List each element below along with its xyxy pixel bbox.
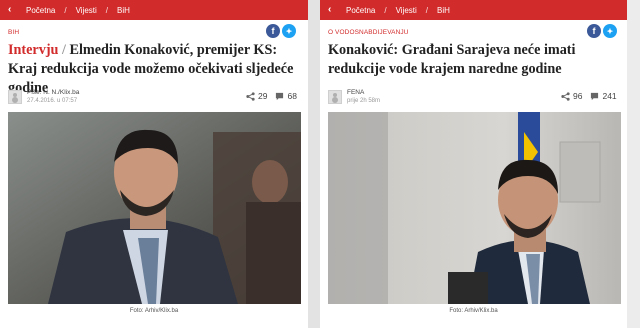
- chevron-left-icon[interactable]: ‹: [8, 5, 18, 15]
- byline-row: FENA prije 2h 58m 96 241: [320, 86, 627, 112]
- share-count[interactable]: 96: [561, 91, 582, 101]
- byline-row: Piše: N. N./Klix.ba 27.4.2016. u 07:57 2…: [0, 86, 308, 112]
- social-share-buttons: f ✦: [587, 24, 617, 38]
- breadcrumb-bih[interactable]: BiH: [437, 6, 450, 15]
- category-label[interactable]: BIH: [8, 29, 19, 36]
- facebook-icon[interactable]: f: [266, 24, 280, 38]
- breadcrumb-separator: /: [64, 5, 67, 15]
- comment-icon: [276, 92, 284, 100]
- article-photo[interactable]: [8, 112, 301, 304]
- headline-kicker: Intervju: [8, 42, 59, 58]
- share-icon: [246, 91, 255, 101]
- twitter-icon[interactable]: ✦: [603, 24, 617, 38]
- chevron-left-icon[interactable]: ‹: [328, 5, 338, 15]
- article-headline: Intervju / Elmedin Konaković, premijer K…: [0, 41, 308, 96]
- breadcrumb-bih[interactable]: BiH: [117, 6, 130, 15]
- category-row: O VODOSNABDIJEVANJU f ✦: [320, 20, 627, 40]
- breadcrumb-separator: /: [384, 5, 387, 15]
- breadcrumb-separator: /: [105, 5, 109, 15]
- article-stats: 96 241: [561, 91, 625, 101]
- scrollbar-track[interactable]: [627, 0, 640, 328]
- photo-caption: Foto: Arhiv/Klix.ba: [129, 308, 179, 314]
- comment-count[interactable]: 68: [275, 91, 297, 101]
- breadcrumb-home[interactable]: Početna: [26, 6, 55, 15]
- breadcrumb-home[interactable]: Početna: [346, 6, 375, 15]
- share-count-value: 96: [573, 91, 583, 101]
- top-navigation-bar: ‹ Početna / Vijesti / BiH: [320, 0, 627, 20]
- comment-icon: [591, 92, 599, 100]
- avatar-icon: [8, 90, 22, 104]
- publish-date: 27.4.2016. u 07:57: [27, 98, 78, 104]
- portrait-photo-illustration: [328, 112, 621, 304]
- share-icon: [561, 91, 570, 101]
- headline-separator: /: [58, 42, 70, 58]
- right-article-panel: ‹ Početna / Vijesti / BiH O VODOSNABDIJE…: [320, 0, 627, 328]
- screenshot-canvas: ‹ Početna / Vijesti / BiH BIH f ✦ Interv…: [0, 0, 640, 328]
- social-share-buttons: f ✦: [266, 24, 296, 38]
- top-navigation-bar: ‹ Početna / Vijesti / BiH: [0, 0, 308, 20]
- publish-date: prije 2h 58m: [347, 98, 381, 104]
- breadcrumb-news[interactable]: Vijesti: [396, 6, 417, 15]
- facebook-icon[interactable]: f: [587, 24, 601, 38]
- author-name: FENA: [347, 89, 365, 96]
- breadcrumb-separator: /: [425, 5, 429, 15]
- twitter-icon[interactable]: ✦: [282, 24, 296, 38]
- article-stats: 29 68: [246, 91, 305, 101]
- comment-count-value: 68: [287, 91, 297, 101]
- category-row: BIH f ✦: [0, 20, 308, 40]
- category-label[interactable]: O VODOSNABDIJEVANJU: [328, 29, 409, 36]
- left-article-panel: ‹ Početna / Vijesti / BiH BIH f ✦ Interv…: [0, 0, 308, 328]
- avatar-icon: [328, 90, 342, 104]
- comment-count-value: 241: [602, 91, 617, 101]
- article-photo[interactable]: [328, 112, 621, 304]
- divider: [308, 0, 320, 328]
- portrait-photo-illustration: [8, 112, 301, 304]
- headline-text: Konaković: Građani Sarajeva neće imati r…: [328, 42, 576, 77]
- author-name: Piše: N. N./Klix.ba: [27, 89, 80, 96]
- share-count-value: 29: [258, 91, 268, 101]
- breadcrumb-news[interactable]: Vijesti: [76, 6, 97, 15]
- article-headline: Konaković: Građani Sarajeva neće imati r…: [320, 41, 627, 83]
- photo-caption: Foto: Arhiv/Klix.ba: [449, 308, 498, 314]
- comment-count[interactable]: 241: [590, 91, 617, 101]
- share-count[interactable]: 29: [246, 91, 267, 101]
